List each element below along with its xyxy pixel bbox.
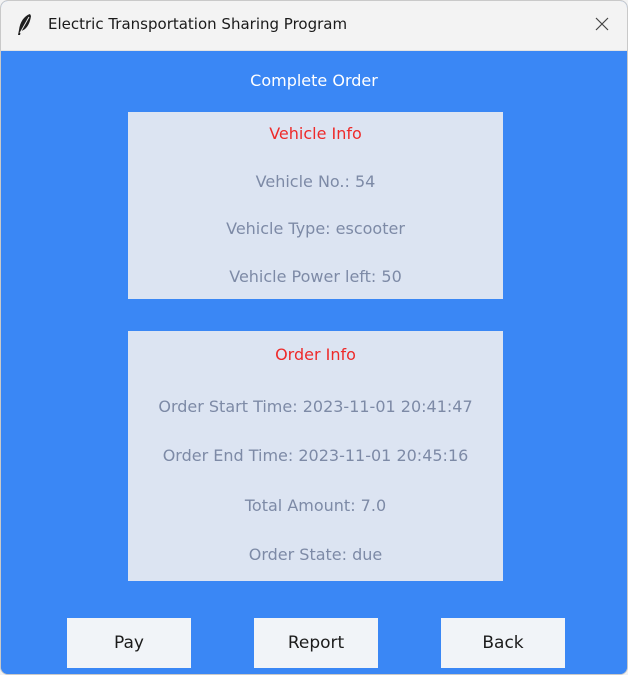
vehicle-no-label: Vehicle No.: 54 (255, 172, 376, 191)
window-title: Electric Transportation Sharing Program (48, 15, 348, 33)
vehicle-power-label: Vehicle Power left: 50 (229, 267, 402, 286)
page-title: Complete Order (250, 71, 378, 90)
app-window: Electric Transportation Sharing Program … (0, 0, 628, 675)
back-button[interactable]: Back (441, 618, 565, 668)
order-end-time-label: Order End Time: 2023-11-01 20:45:16 (162, 446, 469, 465)
pay-button[interactable]: Pay (67, 618, 191, 668)
vehicle-info-panel: Vehicle Info Vehicle No.: 54 Vehicle Typ… (128, 112, 503, 299)
report-button[interactable]: Report (254, 618, 378, 668)
close-icon[interactable] (595, 16, 609, 35)
order-info-panel: Order Info Order Start Time: 2023-11-01 … (128, 331, 503, 581)
total-amount-label: Total Amount: 7.0 (244, 496, 387, 515)
feather-icon (15, 13, 35, 37)
close-button[interactable] (577, 1, 627, 50)
title-bar[interactable]: Electric Transportation Sharing Program (1, 1, 627, 51)
vehicle-info-heading: Vehicle Info (269, 124, 362, 143)
order-info-heading: Order Info (275, 345, 356, 364)
vehicle-type-label: Vehicle Type: escooter (226, 219, 405, 238)
order-start-time-label: Order Start Time: 2023-11-01 20:41:47 (158, 397, 473, 416)
order-state-label: Order State: due (248, 545, 383, 564)
client-area: Complete Order Vehicle Info Vehicle No.:… (1, 51, 627, 674)
